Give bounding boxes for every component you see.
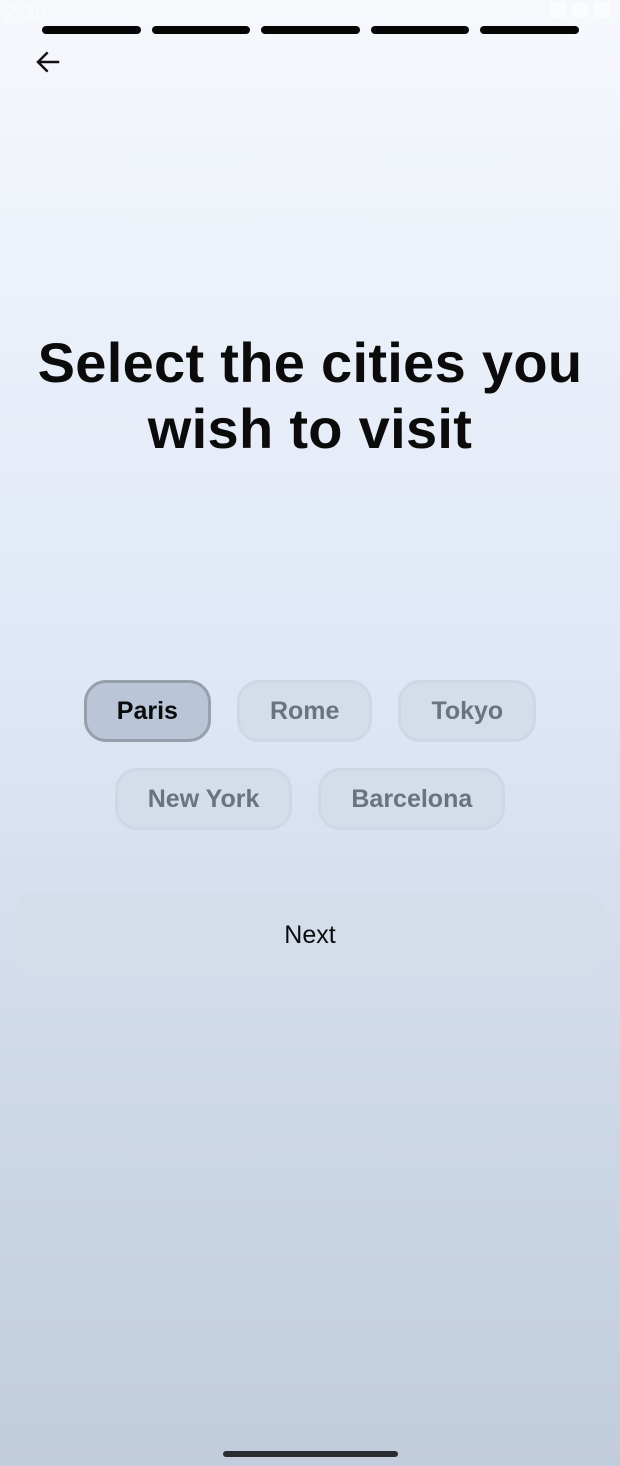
progress-segment (42, 26, 141, 34)
progress-segment (151, 26, 251, 34)
city-chips-row: Paris Rome Tokyo (0, 680, 620, 742)
city-chip-new-york[interactable]: New York (114, 768, 293, 830)
city-chip-tokyo[interactable]: Tokyo (398, 680, 537, 742)
status-time: 2:39 (4, 0, 47, 25)
next-button[interactable]: Next (16, 894, 604, 976)
city-chip-barcelona[interactable]: Barcelona (318, 768, 506, 830)
status-bar: 2:39 (0, 0, 620, 26)
back-button[interactable] (28, 42, 68, 82)
city-chip-rome[interactable]: Rome (236, 680, 373, 742)
home-indicator[interactable] (223, 1451, 398, 1457)
city-chip-paris[interactable]: Paris (83, 680, 211, 742)
status-icons (550, 2, 610, 18)
progress-segment (261, 26, 360, 34)
city-chips-row: New York Barcelona (0, 768, 620, 830)
wifi-icon (550, 2, 566, 18)
arrow-left-icon (36, 51, 60, 73)
signal-icon (572, 2, 588, 18)
page-title: Select the cities you wish to visit (37, 331, 583, 460)
battery-icon (594, 2, 610, 18)
progress-segment (370, 26, 470, 34)
progress-segment (480, 26, 579, 34)
step-progress (42, 26, 579, 34)
